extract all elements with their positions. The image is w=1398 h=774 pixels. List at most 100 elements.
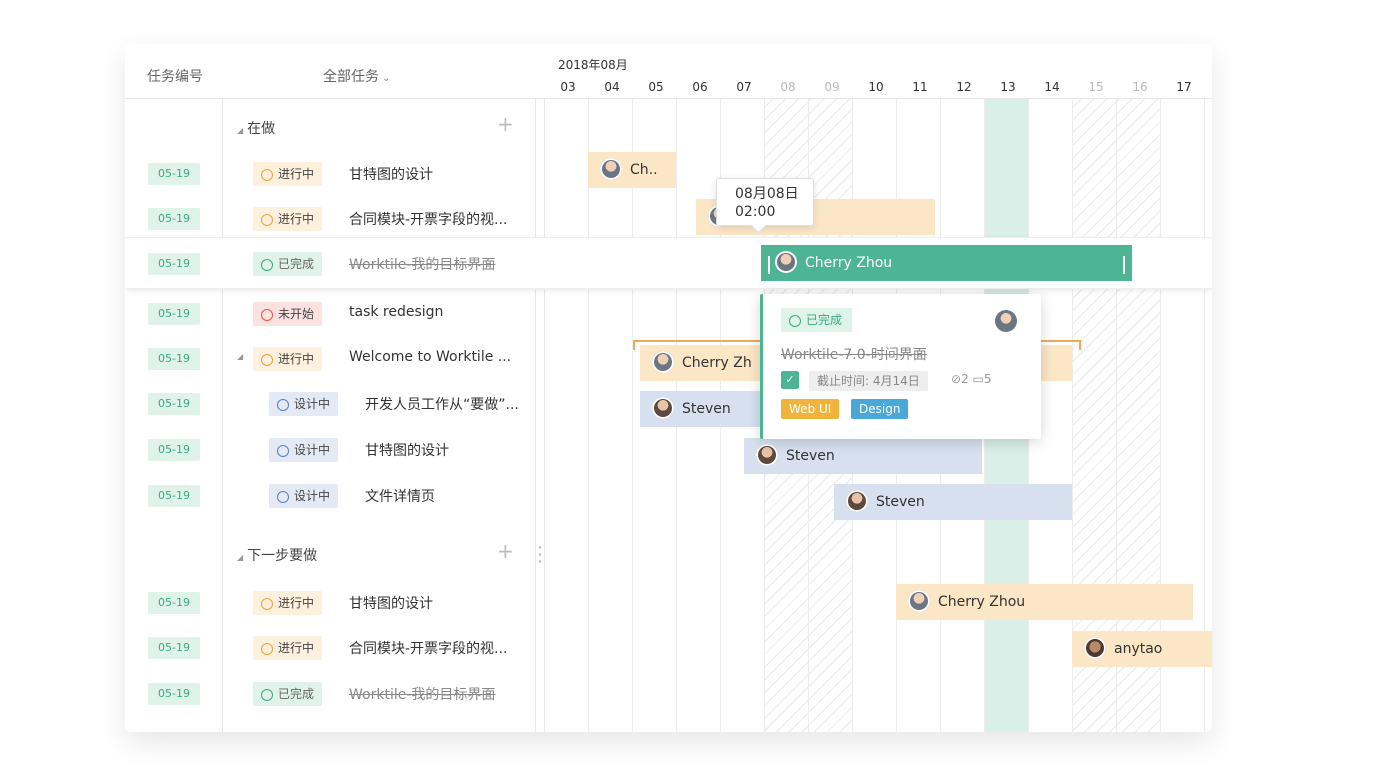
- tag-web-ui[interactable]: Web UI: [781, 399, 840, 419]
- gridline: [588, 98, 589, 732]
- collapse-triangle-icon[interactable]: ◢: [237, 126, 243, 135]
- status-label: 设计中: [294, 397, 331, 411]
- task-name[interactable]: 合同模块-开票字段的视...: [349, 638, 507, 658]
- clock-icon: [261, 214, 273, 226]
- gantt-bar[interactable]: Steven: [834, 484, 1072, 520]
- avatar: [775, 251, 797, 273]
- attachment-icon: ⊘: [951, 372, 962, 386]
- tooltip-time: 02:00: [735, 204, 776, 220]
- status-badge[interactable]: 进行中: [253, 347, 323, 371]
- task-id-tag: 05-19: [148, 163, 200, 185]
- checkbox-icon[interactable]: ✓: [781, 371, 799, 389]
- day-label: 04: [604, 80, 620, 94]
- task-name[interactable]: Welcome to Worktile ...: [349, 349, 511, 365]
- task-list-divider[interactable]: [535, 98, 536, 732]
- status-label: 进行中: [278, 596, 315, 610]
- status-badge[interactable]: 进行中: [253, 591, 323, 615]
- task-name[interactable]: 甘特图的设计: [349, 593, 433, 613]
- gantt-bar[interactable]: Cherry Zhou: [896, 584, 1193, 620]
- task-name[interactable]: Worktile-我的目标界面: [349, 684, 495, 704]
- group-doing[interactable]: ◢ 在做: [237, 118, 275, 138]
- bar-assignee: Cherry Zhou: [938, 594, 1026, 610]
- task-id-tag: 05-19: [148, 208, 200, 230]
- task-name[interactable]: 甘特图的设计: [349, 164, 433, 184]
- avatar[interactable]: [995, 310, 1017, 332]
- day-label: 16: [1132, 80, 1148, 94]
- status-badge[interactable]: 未开始: [253, 302, 323, 326]
- task-id-tag: 05-19: [148, 683, 200, 705]
- status-badge[interactable]: 进行中: [253, 207, 323, 231]
- bar-resize-handle-right[interactable]: [1123, 256, 1125, 274]
- chevron-down-icon: ⌄: [382, 73, 391, 84]
- clock-icon: [277, 491, 289, 503]
- comment-icon: ▭: [972, 372, 984, 386]
- group-label: 在做: [247, 121, 276, 137]
- popover-status-label: 已完成: [806, 313, 843, 327]
- gantt-bar[interactable]: anytao: [1072, 631, 1212, 667]
- avatar: [652, 351, 674, 373]
- task-name[interactable]: task redesign: [349, 304, 443, 320]
- day-label: 08: [780, 80, 796, 94]
- month-label: 2018年08月: [558, 58, 628, 72]
- clock-icon: [277, 399, 289, 411]
- clock-icon: [261, 643, 273, 655]
- status-badge[interactable]: 设计中: [269, 484, 339, 508]
- expand-triangle-icon[interactable]: ◢: [237, 352, 243, 361]
- status-badge[interactable]: 设计中: [269, 392, 339, 416]
- status-badge[interactable]: 已完成: [253, 252, 323, 276]
- task-name[interactable]: 开发人员工作从“要做”...: [365, 394, 519, 414]
- day-label: 06: [692, 80, 708, 94]
- task-name[interactable]: Worktile-我的目标界面: [349, 254, 495, 274]
- popover-task-title[interactable]: Worktile-7.0-时间界面: [781, 344, 927, 364]
- task-filter-dropdown[interactable]: 全部任务 ⌄: [323, 66, 390, 86]
- task-name[interactable]: 合同模块-开票字段的视...: [349, 209, 507, 229]
- due-date-badge[interactable]: 截止时间: 4月14日: [809, 371, 928, 391]
- day-label: 15: [1088, 80, 1104, 94]
- check-circle-icon: [789, 315, 801, 327]
- day-label: 13: [1000, 80, 1016, 94]
- comment-count: 5: [983, 372, 992, 386]
- add-task-icon[interactable]: +: [497, 112, 514, 136]
- gantt-card: 任务编号 全部任务 ⌄ 2018年08月 03 04 05 06 07 08 09…: [125, 44, 1212, 732]
- gantt-bar-selected[interactable]: Cherry Zhou: [761, 245, 1132, 281]
- task-id-tag: 05-19: [148, 348, 200, 370]
- group-next[interactable]: ◢ 下一步要做: [237, 545, 317, 565]
- gantt-bar[interactable]: Steven: [640, 391, 770, 427]
- task-id-header: 任务编号: [147, 69, 203, 85]
- gantt-bar[interactable]: Steven: [744, 438, 982, 474]
- resize-handle[interactable]: [538, 544, 542, 566]
- add-task-icon[interactable]: +: [497, 539, 514, 563]
- avatar: [846, 490, 868, 512]
- tag-design[interactable]: Design: [851, 399, 909, 419]
- bar-assignee: Steven: [682, 401, 731, 417]
- status-label: 进行中: [278, 167, 315, 181]
- status-badge[interactable]: 进行中: [253, 636, 323, 660]
- popover-status-badge[interactable]: 已完成: [781, 308, 853, 332]
- status-label: 进行中: [278, 212, 315, 226]
- check-circle-icon: [261, 689, 273, 701]
- status-badge[interactable]: 进行中: [253, 162, 323, 186]
- day-label: 14: [1044, 80, 1060, 94]
- task-name[interactable]: 文件详情页: [365, 486, 435, 506]
- task-name[interactable]: 甘特图的设计: [365, 440, 449, 460]
- task-id-tag: 05-19: [148, 303, 200, 325]
- bar-assignee: Cherry Zh: [682, 355, 752, 371]
- clock-icon: [261, 354, 273, 366]
- avatar: [652, 397, 674, 419]
- day-label: 11: [912, 80, 928, 94]
- collapse-triangle-icon[interactable]: ◢: [237, 553, 243, 562]
- day-label: 10: [868, 80, 884, 94]
- task-meta: ⊘2 ▭5: [951, 372, 992, 386]
- tooltip-date: 08月08日: [735, 186, 799, 202]
- clock-icon: [261, 169, 273, 181]
- status-badge[interactable]: 设计中: [269, 438, 339, 462]
- gantt-bar[interactable]: Ch..: [588, 152, 676, 188]
- status-badge[interactable]: 已完成: [253, 682, 323, 706]
- task-id-tag: 05-19: [148, 637, 200, 659]
- task-id-tag: 05-19: [148, 485, 200, 507]
- status-label: 设计中: [294, 489, 331, 503]
- bar-resize-handle-left[interactable]: [768, 256, 770, 274]
- task-detail-popover[interactable]: 已完成 Worktile-7.0-时间界面 ✓ 截止时间: 4月14日 ⊘2 ▭…: [760, 294, 1041, 439]
- day-label: 07: [736, 80, 752, 94]
- day-label: 17: [1176, 80, 1192, 94]
